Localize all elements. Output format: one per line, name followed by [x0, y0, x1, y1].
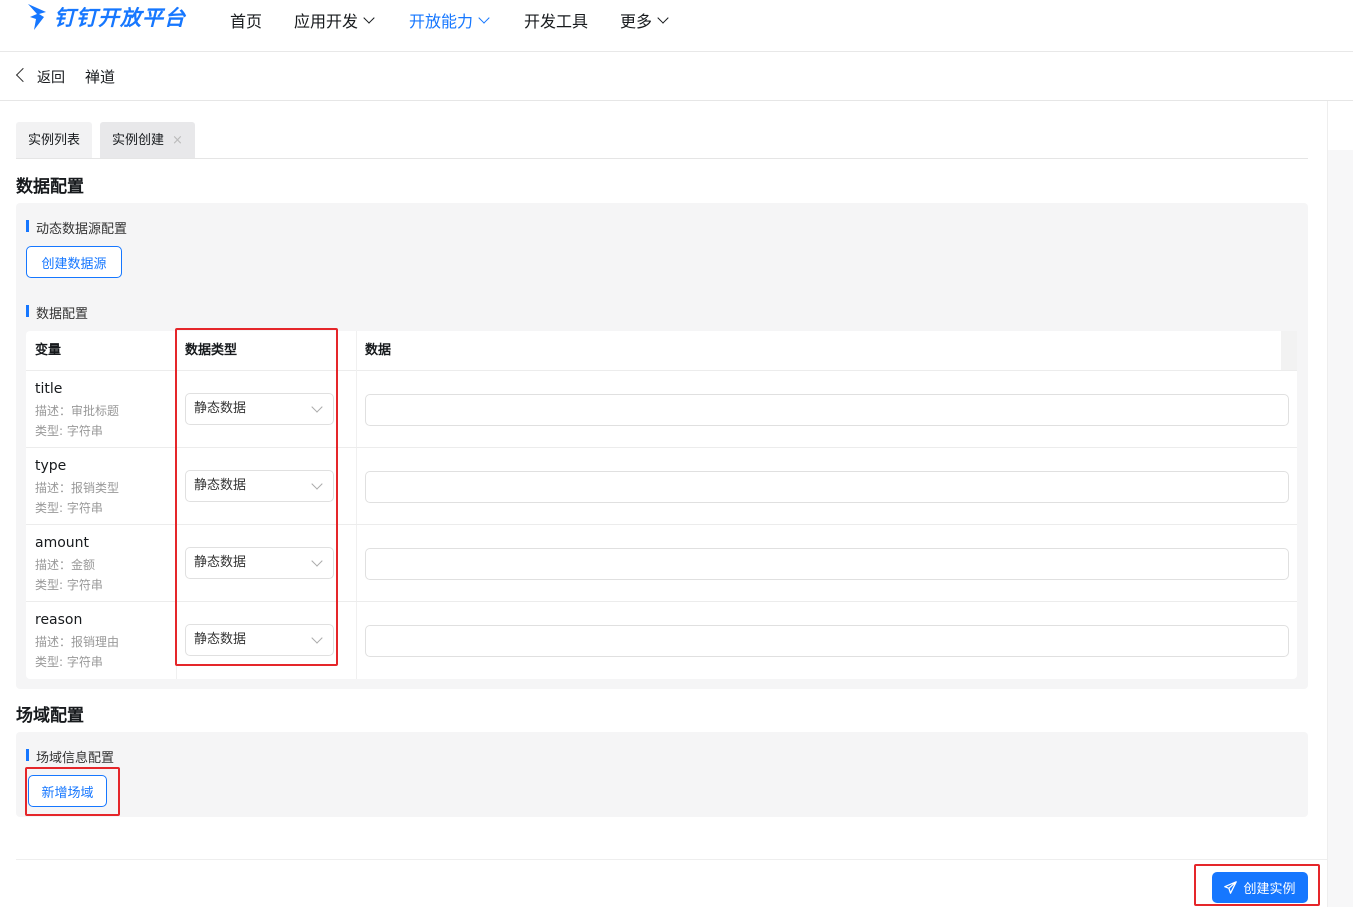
data-type-select[interactable]: 静态数据 [185, 547, 334, 579]
close-icon[interactable]: × [172, 133, 183, 148]
back-arrow-icon[interactable] [15, 67, 31, 83]
chevron-down-icon [478, 11, 490, 24]
column-header-data-type: 数据类型 [185, 343, 238, 358]
column-divider [356, 331, 357, 679]
subsection-dynamic-source: 动态数据源配置 [26, 218, 127, 237]
dingtalk-logo-icon [28, 4, 46, 30]
table-header-divider [26, 370, 1297, 371]
chevron-down-icon [311, 555, 323, 567]
tab-divider [16, 158, 1308, 159]
send-icon [1224, 881, 1238, 894]
variable-description: 描述：金额 [35, 558, 96, 572]
column-header-data: 数据 [365, 343, 392, 358]
chevron-down-icon [363, 11, 375, 24]
variable-name: title [35, 381, 63, 397]
page-title: 禅道 [85, 68, 116, 86]
column-header-variable: 变量 [35, 343, 62, 358]
brand-name: 钉钉开放平台 [54, 6, 186, 30]
create-instance-button[interactable]: 创建实例 [1212, 872, 1308, 903]
footer-divider [16, 859, 1328, 860]
chevron-down-icon [657, 11, 669, 24]
variable-name: reason [35, 612, 83, 628]
variable-name: amount [35, 535, 90, 551]
data-value-input[interactable] [365, 394, 1289, 426]
data-value-input[interactable] [365, 548, 1289, 580]
add-scene-button[interactable]: 新增场域 [28, 775, 107, 807]
chevron-down-icon [311, 478, 323, 490]
variable-description: 描述：报销类型 [35, 481, 120, 495]
variable-type: 类型: 字符串 [35, 424, 103, 438]
create-data-source-button[interactable]: 创建数据源 [26, 246, 122, 278]
section-title-data-config: 数据配置 [16, 177, 84, 197]
variable-type: 类型: 字符串 [35, 655, 103, 669]
section-title-scene-config: 场域配置 [16, 706, 84, 726]
data-type-select[interactable]: 静态数据 [185, 470, 334, 502]
nav-item-app-dev[interactable]: 应用开发 [294, 8, 375, 32]
tab-instance-create[interactable]: 实例创建 × [100, 122, 195, 159]
subsection-scene-info: 场域信息配置 [26, 747, 114, 766]
tab-instance-list[interactable]: 实例列表 [16, 122, 93, 159]
subsection-data-config: 数据配置 [26, 303, 88, 322]
row-divider [26, 447, 1297, 448]
data-type-select[interactable]: 静态数据 [185, 393, 334, 425]
variable-type: 类型: 字符串 [35, 501, 103, 515]
variable-name: type [35, 458, 67, 474]
nav-item-home[interactable]: 首页 [230, 8, 262, 32]
scene-config-panel [16, 732, 1308, 817]
column-divider [176, 331, 177, 679]
brand-logo[interactable]: 钉钉开放平台 [26, 2, 186, 32]
row-divider [26, 524, 1297, 525]
variable-description: 描述：审批标题 [35, 404, 120, 418]
variable-type: 类型: 字符串 [35, 578, 103, 592]
data-value-input[interactable] [365, 471, 1289, 503]
chevron-down-icon [311, 632, 323, 644]
scrollbar-track[interactable] [1328, 150, 1353, 907]
data-config-table: 变量 数据类型 数据 title 描述：审批标题 类型: 字符串 静态数据 ty… [26, 331, 1297, 679]
data-value-input[interactable] [365, 625, 1289, 657]
data-type-select[interactable]: 静态数据 [185, 624, 334, 656]
chevron-down-icon [311, 401, 323, 413]
top-nav: 钉钉开放平台 首页 应用开发 开放能力 开发工具 更多 [0, 0, 1353, 52]
nav-item-dev-tools[interactable]: 开发工具 [524, 8, 588, 32]
row-divider [26, 601, 1297, 602]
back-bar: 返回 禅道 [0, 52, 1353, 101]
nav-item-more[interactable]: 更多 [620, 8, 669, 32]
back-link[interactable]: 返回 [37, 67, 65, 87]
table-header-scroll-gutter [1281, 331, 1297, 370]
variable-description: 描述：报销理由 [35, 635, 120, 649]
nav-item-open-capabilities[interactable]: 开放能力 [409, 8, 490, 32]
